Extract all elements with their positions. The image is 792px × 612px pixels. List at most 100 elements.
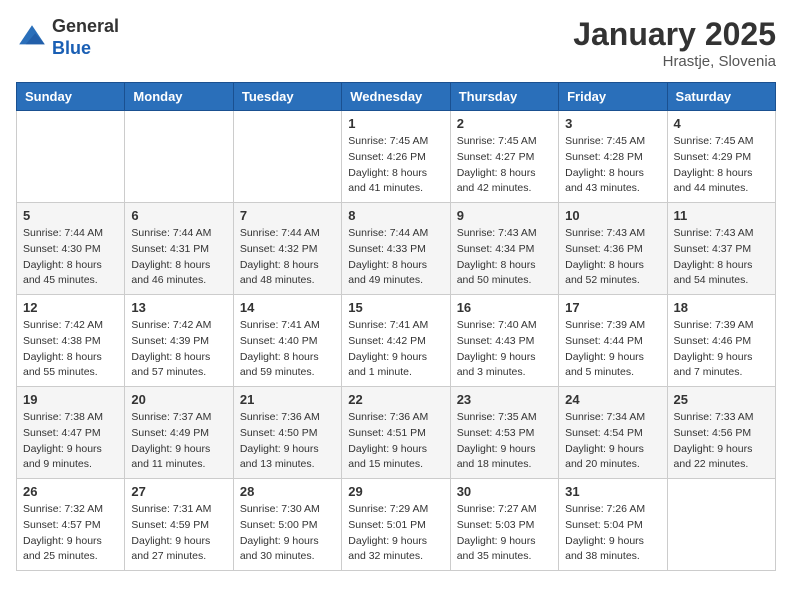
- weekday-header-friday: Friday: [559, 83, 667, 111]
- title-area: January 2025 Hrastje, Slovenia: [573, 16, 776, 70]
- page-header: General Blue January 2025 Hrastje, Slove…: [16, 16, 776, 70]
- day-info: Sunrise: 7:31 AM Sunset: 4:59 PM Dayligh…: [131, 502, 226, 565]
- day-info: Sunrise: 7:26 AM Sunset: 5:04 PM Dayligh…: [565, 502, 660, 565]
- calendar-cell: 3Sunrise: 7:45 AM Sunset: 4:28 PM Daylig…: [559, 111, 667, 203]
- day-number: 28: [240, 484, 335, 499]
- day-number: 6: [131, 208, 226, 223]
- calendar-cell: 23 Sunrise: 7:35 AM Sunset: 4:53 PM Dayli…: [450, 387, 558, 479]
- weekday-header-saturday: Saturday: [667, 83, 775, 111]
- day-number: 1: [348, 116, 443, 131]
- day-number: 19: [23, 392, 118, 407]
- calendar-cell: 19 Sunrise: 7:38 AM Sunset: 4:47 PM Dayli…: [17, 387, 125, 479]
- day-number: 24: [565, 392, 660, 407]
- day-info: Sunrise: 7:43 AM Sunset: 4:34 PM Dayligh…: [457, 226, 552, 289]
- day-info: Sunrise: 7:44 AM Sunset: 4:31 PM Dayligh…: [131, 226, 226, 289]
- day-number: 11: [674, 208, 769, 223]
- day-info: Sunrise: 7:36 AM Sunset: 4:50 PM Dayligh…: [240, 410, 335, 473]
- day-info: Sunrise: 7:27 AM Sunset: 5:03 PM Dayligh…: [457, 502, 552, 565]
- calendar-cell: 22 Sunrise: 7:36 AM Sunset: 4:51 PM Dayli…: [342, 387, 450, 479]
- day-number: 18: [674, 300, 769, 315]
- day-number: 8: [348, 208, 443, 223]
- calendar-cell: 15 Sunrise: 7:41 AM Sunset: 4:42 PM Dayli…: [342, 295, 450, 387]
- calendar-cell: 6 Sunrise: 7:44 AM Sunset: 4:31 PM Daylig…: [125, 203, 233, 295]
- calendar-cell: 7 Sunrise: 7:44 AM Sunset: 4:32 PM Daylig…: [233, 203, 341, 295]
- calendar-cell: 10 Sunrise: 7:43 AM Sunset: 4:36 PM Dayli…: [559, 203, 667, 295]
- day-info: Sunrise: 7:33 AM Sunset: 4:56 PM Dayligh…: [674, 410, 769, 473]
- calendar-cell: 28 Sunrise: 7:30 AM Sunset: 5:00 PM Dayli…: [233, 479, 341, 571]
- logo-icon: [16, 22, 48, 54]
- weekday-header-monday: Monday: [125, 83, 233, 111]
- calendar-cell: [667, 479, 775, 571]
- day-info: Sunrise: 7:45 AM Sunset: 4:27 PM Dayligh…: [457, 134, 552, 197]
- day-number: 26: [23, 484, 118, 499]
- day-info: Sunrise: 7:43 AM Sunset: 4:37 PM Dayligh…: [674, 226, 769, 289]
- day-number: 12: [23, 300, 118, 315]
- day-info: Sunrise: 7:38 AM Sunset: 4:47 PM Dayligh…: [23, 410, 118, 473]
- calendar-table: SundayMondayTuesdayWednesdayThursdayFrid…: [16, 82, 776, 571]
- calendar-cell: 21Sunrise: 7:36 AM Sunset: 4:50 PM Dayli…: [233, 387, 341, 479]
- calendar-cell: 13Sunrise: 7:42 AM Sunset: 4:39 PM Dayli…: [125, 295, 233, 387]
- day-number: 7: [240, 208, 335, 223]
- day-info: Sunrise: 7:37 AM Sunset: 4:49 PM Dayligh…: [131, 410, 226, 473]
- calendar-cell: [17, 111, 125, 203]
- day-number: 15: [348, 300, 443, 315]
- week-row-2: 5Sunrise: 7:44 AM Sunset: 4:30 PM Daylig…: [17, 203, 776, 295]
- day-info: Sunrise: 7:42 AM Sunset: 4:38 PM Dayligh…: [23, 318, 118, 381]
- calendar-cell: [233, 111, 341, 203]
- day-number: 3: [565, 116, 660, 131]
- calendar-cell: 24 Sunrise: 7:34 AM Sunset: 4:54 PM Dayli…: [559, 387, 667, 479]
- day-number: 14: [240, 300, 335, 315]
- calendar-cell: 11 Sunrise: 7:43 AM Sunset: 4:37 PM Dayli…: [667, 203, 775, 295]
- day-info: Sunrise: 7:41 AM Sunset: 4:40 PM Dayligh…: [240, 318, 335, 381]
- day-number: 4: [674, 116, 769, 131]
- calendar-cell: [125, 111, 233, 203]
- day-number: 25: [674, 392, 769, 407]
- day-info: Sunrise: 7:44 AM Sunset: 4:32 PM Dayligh…: [240, 226, 335, 289]
- calendar-cell: 25 Sunrise: 7:33 AM Sunset: 4:56 PM Dayli…: [667, 387, 775, 479]
- calendar-cell: 1Sunrise: 7:45 AM Sunset: 4:26 PM Daylig…: [342, 111, 450, 203]
- day-info: Sunrise: 7:35 AM Sunset: 4:53 PM Dayligh…: [457, 410, 552, 473]
- day-info: Sunrise: 7:34 AM Sunset: 4:54 PM Dayligh…: [565, 410, 660, 473]
- calendar-cell: 27 Sunrise: 7:31 AM Sunset: 4:59 PM Dayli…: [125, 479, 233, 571]
- day-number: 27: [131, 484, 226, 499]
- day-number: 23: [457, 392, 552, 407]
- day-info: Sunrise: 7:41 AM Sunset: 4:42 PM Dayligh…: [348, 318, 443, 381]
- calendar-cell: 30Sunrise: 7:27 AM Sunset: 5:03 PM Dayli…: [450, 479, 558, 571]
- weekday-header-thursday: Thursday: [450, 83, 558, 111]
- calendar-cell: 14 Sunrise: 7:41 AM Sunset: 4:40 PM Dayli…: [233, 295, 341, 387]
- day-number: 5: [23, 208, 118, 223]
- day-info: Sunrise: 7:45 AM Sunset: 4:29 PM Dayligh…: [674, 134, 769, 197]
- day-number: 20: [131, 392, 226, 407]
- week-row-5: 26Sunrise: 7:32 AM Sunset: 4:57 PM Dayli…: [17, 479, 776, 571]
- day-number: 16: [457, 300, 552, 315]
- day-info: Sunrise: 7:40 AM Sunset: 4:43 PM Dayligh…: [457, 318, 552, 381]
- day-info: Sunrise: 7:36 AM Sunset: 4:51 PM Dayligh…: [348, 410, 443, 473]
- day-info: Sunrise: 7:29 AM Sunset: 5:01 PM Dayligh…: [348, 502, 443, 565]
- day-number: 29: [348, 484, 443, 499]
- calendar-cell: 4 Sunrise: 7:45 AM Sunset: 4:29 PM Daylig…: [667, 111, 775, 203]
- day-number: 22: [348, 392, 443, 407]
- calendar-cell: 5Sunrise: 7:44 AM Sunset: 4:30 PM Daylig…: [17, 203, 125, 295]
- weekday-header-wednesday: Wednesday: [342, 83, 450, 111]
- logo: General Blue: [16, 16, 119, 59]
- day-info: Sunrise: 7:30 AM Sunset: 5:00 PM Dayligh…: [240, 502, 335, 565]
- day-info: Sunrise: 7:44 AM Sunset: 4:33 PM Dayligh…: [348, 226, 443, 289]
- weekday-header-tuesday: Tuesday: [233, 83, 341, 111]
- day-info: Sunrise: 7:43 AM Sunset: 4:36 PM Dayligh…: [565, 226, 660, 289]
- weekday-header-sunday: Sunday: [17, 83, 125, 111]
- day-info: Sunrise: 7:42 AM Sunset: 4:39 PM Dayligh…: [131, 318, 226, 381]
- calendar-cell: 31Sunrise: 7:26 AM Sunset: 5:04 PM Dayli…: [559, 479, 667, 571]
- week-row-1: 1Sunrise: 7:45 AM Sunset: 4:26 PM Daylig…: [17, 111, 776, 203]
- day-info: Sunrise: 7:39 AM Sunset: 4:46 PM Dayligh…: [674, 318, 769, 381]
- logo-blue-text: Blue: [52, 38, 119, 60]
- week-row-4: 19 Sunrise: 7:38 AM Sunset: 4:47 PM Dayli…: [17, 387, 776, 479]
- calendar-cell: 8 Sunrise: 7:44 AM Sunset: 4:33 PM Daylig…: [342, 203, 450, 295]
- day-number: 10: [565, 208, 660, 223]
- logo-general-text: General: [52, 16, 119, 38]
- calendar-cell: 18 Sunrise: 7:39 AM Sunset: 4:46 PM Dayli…: [667, 295, 775, 387]
- weekday-header-row: SundayMondayTuesdayWednesdayThursdayFrid…: [17, 83, 776, 111]
- month-title: January 2025: [573, 16, 776, 53]
- day-info: Sunrise: 7:39 AM Sunset: 4:44 PM Dayligh…: [565, 318, 660, 381]
- calendar-cell: 12 Sunrise: 7:42 AM Sunset: 4:38 PM Dayli…: [17, 295, 125, 387]
- calendar-cell: 20 Sunrise: 7:37 AM Sunset: 4:49 PM Dayli…: [125, 387, 233, 479]
